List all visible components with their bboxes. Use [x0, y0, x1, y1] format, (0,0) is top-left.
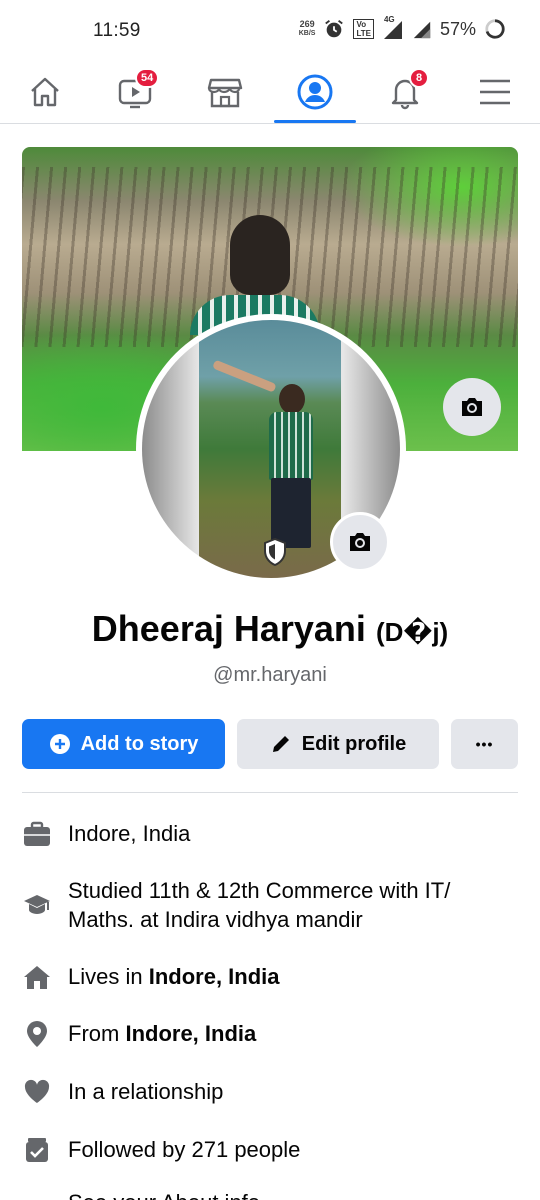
shield-icon — [264, 537, 286, 567]
alarm-icon — [325, 20, 344, 38]
photo-head — [279, 384, 305, 414]
more-options-icon: ••• — [475, 736, 494, 752]
network-speed: 269 KB/S — [299, 20, 316, 38]
profile-guard-badge — [259, 536, 291, 568]
location-pin-icon — [22, 1019, 52, 1049]
education-text: Studied 11th & 12th Commerce with IT/ Ma… — [68, 878, 451, 932]
network-type: 4G — [383, 15, 395, 24]
heart-icon — [22, 1077, 52, 1107]
status-icons: 269 KB/S Vo LTE 4G 57% — [299, 15, 506, 40]
signal-4g: 4G — [382, 15, 404, 39]
from-prefix: From — [68, 1021, 126, 1046]
nav-watch[interactable]: 54 — [113, 68, 160, 114]
notifications-badge: 8 — [409, 68, 429, 88]
lives-place[interactable]: Indore, India — [149, 964, 280, 989]
briefcase-icon — [22, 819, 52, 849]
top-nav: 54 8 — [0, 62, 540, 124]
camera-icon — [350, 533, 370, 551]
section-divider — [22, 792, 518, 793]
profile-name: Dheeraj Haryani (D�j) — [0, 608, 540, 650]
info-followers: Followed by 271 people — [22, 1135, 518, 1165]
graduation-cap-icon — [22, 890, 52, 920]
relationship-text: In a relationship — [68, 1079, 224, 1104]
network-speed-unit: KB/S — [298, 30, 316, 37]
pencil-icon — [272, 736, 289, 752]
lives-text: Lives in Indore, India — [68, 962, 280, 991]
more-options-button[interactable]: ••• — [451, 719, 518, 769]
plus-circle-icon — [49, 734, 70, 754]
profile-nickname: (D�j) — [375, 617, 449, 647]
battery-percent: 57% — [439, 18, 476, 39]
profile-name-text: Dheeraj Haryani — [91, 608, 366, 649]
followers-text[interactable]: Followed by 271 people — [68, 1135, 300, 1164]
nav-profile[interactable] — [293, 70, 337, 114]
from-place[interactable]: Indore, India — [125, 1021, 256, 1046]
info-about[interactable]: See your About info — [22, 1188, 518, 1200]
edit-profile-label: Edit profile — [301, 732, 407, 755]
house-icon — [22, 962, 52, 992]
nav-home[interactable] — [23, 70, 67, 114]
profile-icon — [297, 74, 333, 110]
signal-icon-2 — [413, 21, 431, 39]
edit-profile-button[interactable]: Edit profile — [237, 719, 439, 769]
cover-person-head — [230, 215, 290, 295]
lives-prefix: Lives in — [68, 964, 149, 989]
work-text: Indore, India — [68, 821, 191, 846]
status-bar: 11:59 269 KB/S Vo LTE 4G 57% — [0, 0, 540, 62]
home-icon — [31, 77, 59, 107]
info-work: Indore, India — [22, 819, 518, 849]
volte-icon: Vo LTE — [353, 19, 374, 39]
info-relationship: In a relationship — [22, 1077, 518, 1107]
edit-profile-picture-button[interactable] — [330, 512, 390, 572]
nav-marketplace[interactable] — [203, 70, 247, 114]
about-link-text[interactable]: See your About info — [68, 1188, 260, 1200]
volte-top: Vo — [356, 20, 367, 29]
camera-icon — [462, 398, 482, 416]
active-tab-indicator — [274, 120, 356, 123]
photo-arm — [212, 359, 277, 393]
add-to-story-button[interactable]: Add to story — [22, 719, 225, 769]
edit-cover-button[interactable] — [443, 378, 501, 436]
from-text: From Indore, India — [68, 1019, 256, 1048]
watch-badge: 54 — [135, 68, 160, 88]
more-dots-icon — [22, 1188, 52, 1200]
volte-bottom: LTE — [356, 29, 371, 38]
store-icon — [207, 78, 243, 108]
status-time: 11:59 — [93, 20, 141, 41]
nav-menu[interactable] — [473, 70, 517, 114]
info-education: Studied 11th & 12th Commerce with IT/ Ma… — [22, 876, 518, 934]
add-to-story-label: Add to story — [80, 732, 199, 755]
photo-body — [269, 412, 313, 480]
hamburger-icon — [480, 79, 510, 105]
info-lives: Lives in Indore, India — [22, 962, 518, 992]
network-speed-value: 269 — [299, 19, 315, 29]
info-from: From Indore, India — [22, 1019, 518, 1049]
nav-notifications[interactable]: 8 — [383, 68, 429, 114]
battery-ring-icon — [485, 19, 505, 39]
followers-icon — [22, 1135, 52, 1165]
profile-handle: @mr.haryani — [213, 664, 327, 686]
